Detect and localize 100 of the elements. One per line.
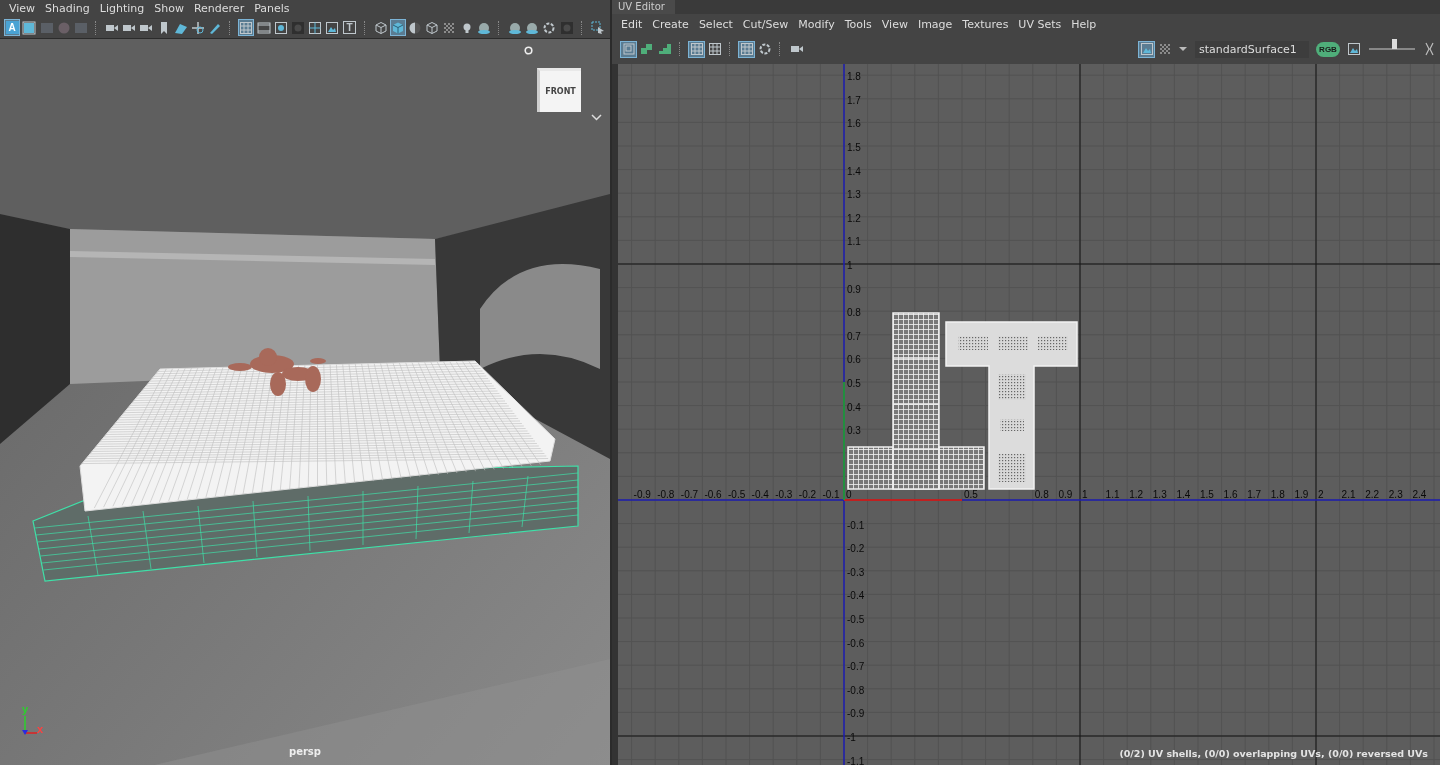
image-icon (325, 20, 340, 35)
wirecube-icon (425, 20, 440, 35)
move-button[interactable] (189, 19, 207, 36)
dimbox-icon (39, 20, 54, 35)
v-axis-label: -0.7 (847, 661, 865, 673)
wirecube-icon (373, 20, 388, 35)
v-axis-label: 0.4 (847, 401, 861, 413)
v-axis-label: 1.3 (847, 189, 861, 201)
u-axis-label: 0.5 (964, 489, 978, 500)
u-axis-label: 1.7 (1247, 489, 1262, 500)
v-axis-label: 1.7 (847, 94, 861, 106)
axis-label: y (22, 703, 29, 715)
menu-item[interactable]: Lighting (94, 2, 150, 15)
image-icon (1346, 42, 1361, 56)
select-button[interactable] (589, 19, 606, 36)
u-axis-label: 0.8 (1034, 489, 1049, 500)
sphere-icon (525, 20, 540, 35)
menu-item[interactable]: Create (647, 17, 694, 31)
menu-item[interactable]: Shading (40, 2, 95, 15)
menu-item[interactable]: View (876, 17, 913, 31)
u-axis-label: -0.7 (680, 489, 699, 500)
panel-tab[interactable]: UV Editor (612, 0, 675, 14)
menu-item[interactable]: View (4, 2, 41, 15)
shell-button[interactable] (620, 40, 637, 58)
darkdot-icon (290, 20, 305, 35)
u-axis-label: -0.8 (657, 489, 675, 500)
cube-button[interactable] (389, 19, 406, 36)
u-axis-label: -0.9 (633, 489, 651, 500)
u-axis-label: 1.1 (1105, 489, 1120, 500)
u-axis-label: 0.9 (1058, 489, 1073, 500)
menu-item[interactable]: Panels (249, 2, 295, 15)
v-axis-label: 1 (847, 260, 853, 271)
menu-item[interactable]: Edit (616, 17, 648, 31)
split-icon (308, 20, 323, 35)
dot-button[interactable] (272, 19, 289, 36)
sphere-icon (507, 20, 522, 35)
u-axis-label: -0.4 (751, 489, 769, 500)
grid-button[interactable] (238, 19, 255, 36)
v-axis-label: -1.1 (847, 755, 865, 765)
film-button[interactable] (255, 19, 272, 36)
cube-icon (390, 20, 405, 35)
menu-item[interactable]: Help (1066, 17, 1102, 31)
menu-item[interactable]: Renderer (188, 2, 250, 15)
u-axis-label: -0.6 (704, 489, 722, 500)
ring-icon (757, 42, 772, 56)
text-tool-button[interactable]: T (341, 19, 358, 36)
stairs-icon (657, 42, 672, 56)
v-axis-label: 1.5 (847, 142, 861, 153)
menu-item[interactable]: Cut/Sew (737, 17, 794, 31)
v-axis-label: 1.2 (847, 212, 861, 224)
caret-icon[interactable] (591, 114, 602, 121)
menu-item[interactable]: Image (912, 17, 958, 31)
v-axis-label: -0.1 (847, 519, 865, 531)
grid-button[interactable] (706, 40, 723, 58)
v-axis-label: 0.6 (847, 354, 861, 366)
view-cube[interactable]: FRONT (537, 68, 581, 112)
u-axis-label: 2.3 (1388, 489, 1403, 500)
u-axis-label: -0.1 (822, 489, 840, 500)
v-axis-label: -0.3 (847, 566, 865, 578)
u-axis-label: 2 (1318, 489, 1324, 500)
u-axis-label: 1.4 (1176, 489, 1191, 500)
grid-icon (239, 20, 254, 35)
menu-item[interactable]: Modify (793, 17, 840, 31)
frame-button[interactable] (21, 19, 38, 36)
menu-item[interactable]: Tools (839, 17, 877, 31)
axis-label: x (37, 723, 44, 735)
u-axis-label: 2.1 (1341, 489, 1356, 500)
frame-icon (22, 20, 37, 35)
u-axis-label: 1.6 (1223, 489, 1238, 500)
split-button[interactable] (307, 19, 324, 36)
u-axis-label: -0.3 (775, 489, 793, 500)
v-axis-label: -0.4 (847, 590, 865, 602)
cubes-icon (639, 42, 654, 56)
v-axis-label: 1.6 (847, 118, 861, 130)
camera-label: persp (289, 746, 321, 757)
darkdot-icon (559, 20, 574, 35)
checker-icon (1157, 42, 1172, 56)
slider-thumb[interactable] (1392, 39, 1398, 49)
arrow-icon (590, 20, 605, 35)
image-button[interactable] (1138, 40, 1155, 58)
image-button[interactable] (324, 19, 341, 36)
status-text: (0/2) UV shells, (0/0) overlapping UVs, (0/0) reversed UVs (1119, 748, 1428, 759)
sphere-icon (476, 20, 491, 35)
shells-icon (621, 42, 636, 56)
rgb-button[interactable]: RGB (1316, 41, 1340, 57)
menu-item[interactable]: Show (149, 2, 189, 15)
image-button[interactable] (1345, 40, 1362, 58)
grid-button[interactable] (738, 40, 755, 58)
shader-field[interactable]: standardSurface1 (1195, 40, 1309, 58)
cube-button[interactable] (372, 19, 389, 36)
v-axis-label: -0.2 (847, 543, 865, 555)
image-icon (1139, 42, 1154, 56)
cube-button[interactable] (424, 19, 441, 36)
menu-item[interactable]: UV Sets (1013, 17, 1067, 31)
dropdown-caret-icon[interactable] (1178, 45, 1188, 53)
menu-item[interactable]: Select (693, 17, 738, 31)
v-axis-label: -0.9 (847, 708, 865, 720)
grid-button[interactable] (688, 40, 705, 58)
u-axis-label: 1.8 (1270, 489, 1285, 500)
menu-item[interactable]: Textures (957, 17, 1014, 31)
